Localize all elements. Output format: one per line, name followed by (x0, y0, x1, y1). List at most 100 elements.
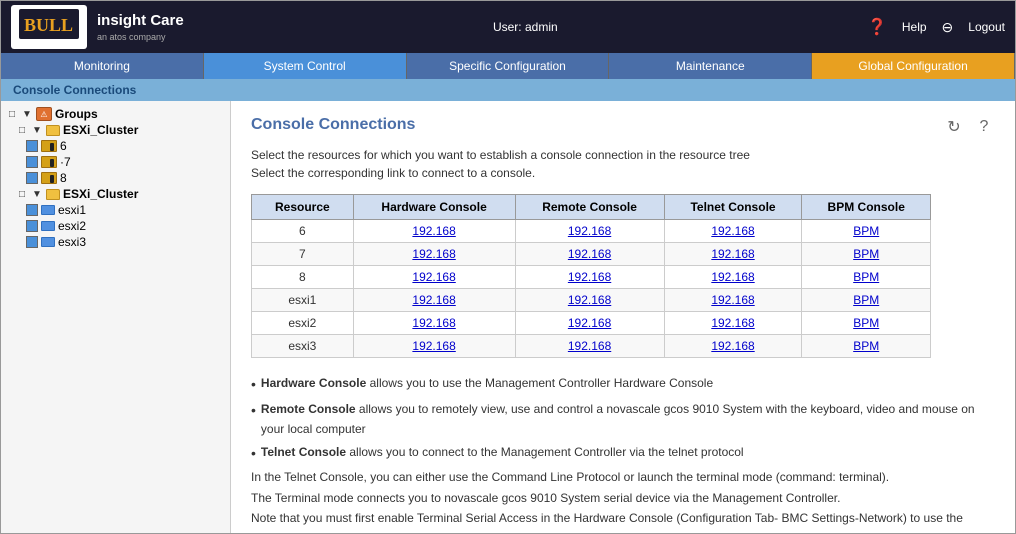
esxi2-checkbox[interactable] (26, 220, 38, 232)
node7-checkbox[interactable] (26, 156, 38, 168)
cell-telnet: 192.168 (664, 335, 802, 358)
th-hardware: Hardware Console (353, 195, 515, 220)
bpm-link[interactable]: BPM (853, 339, 879, 353)
cluster1-label: ESXi_Cluster (63, 123, 138, 137)
tree-esxi2[interactable]: esxi2 (6, 218, 225, 234)
content-area: Console Connections ↻ ? Select the resou… (231, 101, 1015, 533)
cluster1-folder-icon (46, 125, 60, 136)
tree-esxi3[interactable]: esxi3 (6, 234, 225, 250)
remote-text: allows you to remotely view, use and con… (261, 402, 975, 436)
user-info: User: admin (493, 20, 558, 34)
cluster2-folder-icon (46, 189, 60, 200)
bpm-link[interactable]: BPM (853, 224, 879, 238)
telnet-extra1: In the Telnet Console, you can either us… (251, 467, 995, 487)
bpm-link[interactable]: BPM (853, 247, 879, 261)
cell-telnet: 192.168 (664, 312, 802, 335)
th-remote: Remote Console (515, 195, 664, 220)
node8-server-icon (41, 172, 57, 184)
cell-hardware: 192.168 (353, 289, 515, 312)
telnet-link[interactable]: 192.168 (711, 293, 754, 307)
remote-link[interactable]: 192.168 (568, 339, 611, 353)
remote-link[interactable]: 192.168 (568, 247, 611, 261)
node7-label: ·7 (60, 155, 71, 169)
expand-cluster2-icon: □ (16, 188, 28, 200)
table-row: esxi2192.168192.168192.168BPM (252, 312, 931, 335)
bull-logo: BULL (19, 9, 79, 45)
content-title: Console Connections (251, 116, 415, 134)
remote-link[interactable]: 192.168 (568, 316, 611, 330)
telnet-link[interactable]: 192.168 (711, 224, 754, 238)
console-table: Resource Hardware Console Remote Console… (251, 194, 931, 358)
tree-node6[interactable]: 6 (6, 138, 225, 154)
node7-server-icon (41, 156, 57, 168)
hardware-link[interactable]: 192.168 (412, 224, 455, 238)
hardware-link[interactable]: 192.168 (412, 316, 455, 330)
cell-hardware: 192.168 (353, 312, 515, 335)
tree-esxi-cluster1[interactable]: □ ▼ ESXi_Cluster (6, 122, 225, 138)
cell-remote: 192.168 (515, 335, 664, 358)
help-button[interactable]: Help (902, 20, 927, 34)
telnet-link[interactable]: 192.168 (711, 247, 754, 261)
tab-system-control[interactable]: System Control (204, 53, 407, 79)
refresh-icon[interactable]: ↻ (943, 116, 965, 138)
logo-area: BULL insight Care an atos company (11, 5, 184, 49)
esxi3-checkbox[interactable] (26, 236, 38, 248)
hardware-link[interactable]: 192.168 (412, 293, 455, 307)
cell-remote: 192.168 (515, 220, 664, 243)
th-telnet: Telnet Console (664, 195, 802, 220)
bpm-link[interactable]: BPM (853, 270, 879, 284)
cell-remote: 192.168 (515, 266, 664, 289)
remote-link[interactable]: 192.168 (568, 293, 611, 307)
cell-hardware: 192.168 (353, 266, 515, 289)
telnet-link[interactable]: 192.168 (711, 270, 754, 284)
tab-specific-config[interactable]: Specific Configuration (407, 53, 610, 79)
cell-hardware: 192.168 (353, 335, 515, 358)
remote-console-info: • Remote Console allows you to remotely … (251, 399, 995, 440)
bpm-link[interactable]: BPM (853, 293, 879, 307)
esxi3-vm-icon (41, 237, 55, 247)
bpm-link[interactable]: BPM (853, 316, 879, 330)
tree-node8[interactable]: 8 (6, 170, 225, 186)
hw-bold: Hardware Console (261, 376, 366, 390)
expand-cluster2b-icon: ▼ (31, 188, 43, 200)
cell-remote: 192.168 (515, 289, 664, 312)
hardware-link[interactable]: 192.168 (412, 270, 455, 284)
help-content-icon[interactable]: ? (973, 116, 995, 138)
cell-bpm: BPM (802, 335, 931, 358)
cell-telnet: 192.168 (664, 243, 802, 266)
sidebar: □ ▼ ⚠ Groups □ ▼ ESXi_Cluster 6 (1, 101, 231, 533)
cell-bpm: BPM (802, 289, 931, 312)
hardware-link[interactable]: 192.168 (412, 247, 455, 261)
header-actions: ❓ Help ⊖ Logout (867, 17, 1005, 37)
groups-label: Groups (55, 107, 98, 121)
remote-link[interactable]: 192.168 (568, 270, 611, 284)
company-sub: an atos company (97, 32, 166, 42)
cell-resource: 8 (252, 266, 354, 289)
tree-esxi-cluster2[interactable]: □ ▼ ESXi_Cluster (6, 186, 225, 202)
tree-esxi1[interactable]: esxi1 (6, 202, 225, 218)
desc-line2: Select the corresponding link to connect… (251, 166, 535, 180)
telnet-link[interactable]: 192.168 (711, 339, 754, 353)
tab-global-config[interactable]: Global Configuration (812, 53, 1015, 79)
telnet-console-info: • Telnet Console allows you to connect t… (251, 442, 995, 466)
tree-node7[interactable]: ·7 (6, 154, 225, 170)
content-description: Select the resources for which you want … (251, 146, 995, 182)
node6-checkbox[interactable] (26, 140, 38, 152)
node6-label: 6 (60, 139, 67, 153)
tab-maintenance[interactable]: Maintenance (609, 53, 812, 79)
logout-button[interactable]: Logout (968, 20, 1005, 34)
telnet-extra3: Note that you must first enable Terminal… (251, 508, 995, 533)
tab-monitoring[interactable]: Monitoring (1, 53, 204, 79)
node8-checkbox[interactable] (26, 172, 38, 184)
telnet-info-text: Telnet Console allows you to connect to … (261, 442, 744, 466)
table-row: 7192.168192.168192.168BPM (252, 243, 931, 266)
app-title: insight Care (97, 12, 184, 29)
esxi1-checkbox[interactable] (26, 204, 38, 216)
breadcrumb: Console Connections (1, 79, 1015, 101)
cell-remote: 192.168 (515, 312, 664, 335)
telnet-link[interactable]: 192.168 (711, 316, 754, 330)
remote-link[interactable]: 192.168 (568, 224, 611, 238)
expand-groups-icon: □ (6, 108, 18, 120)
tree-groups-root[interactable]: □ ▼ ⚠ Groups (6, 106, 225, 122)
hardware-link[interactable]: 192.168 (412, 339, 455, 353)
